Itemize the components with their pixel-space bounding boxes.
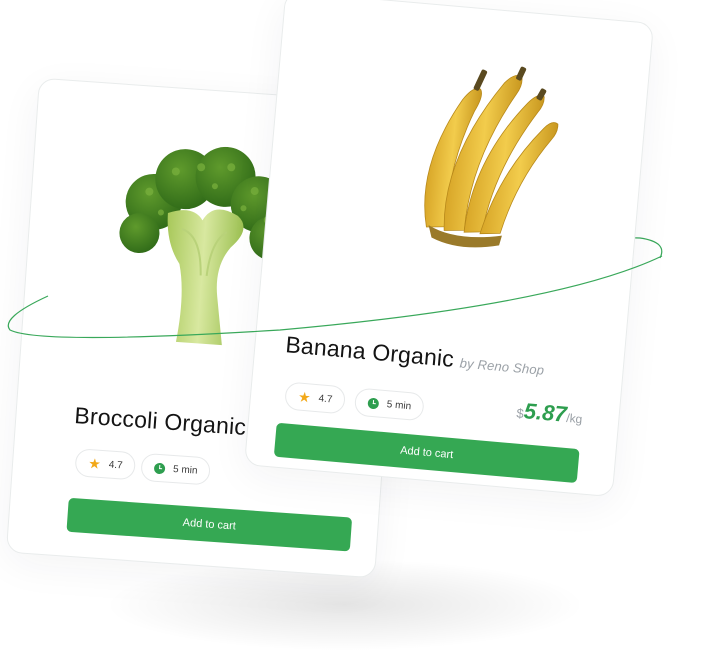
add-to-cart-button[interactable]: Add to cart	[66, 497, 353, 552]
star-icon: ★	[87, 455, 102, 472]
price-amount: 5.87	[522, 398, 568, 427]
rating-value: 4.7	[318, 392, 333, 405]
rating-chip: ★ 4.7	[283, 381, 347, 415]
star-icon: ★	[297, 388, 312, 406]
price-unit: /kg	[565, 410, 583, 427]
time-value: 5 min	[172, 463, 198, 477]
product-title: Banana Organic by Reno Shop	[284, 331, 545, 381]
time-value: 5 min	[386, 398, 412, 412]
product-card-banana[interactable]: Banana Organic by Reno Shop ★ 4.7 5 min $…	[243, 0, 655, 498]
rating-chip: ★ 4.7	[74, 448, 137, 481]
product-title: Broccoli Organic	[73, 402, 248, 440]
price: $ 5.87 /kg	[516, 398, 584, 430]
rating-value: 4.7	[108, 458, 124, 471]
time-chip: 5 min	[140, 452, 212, 486]
clock-icon	[153, 462, 166, 474]
product-name: Banana Organic	[284, 331, 456, 372]
clock-icon	[367, 397, 380, 409]
shop-name: by Reno Shop	[459, 355, 545, 378]
time-chip: 5 min	[353, 387, 426, 422]
banana-image	[424, 66, 559, 248]
